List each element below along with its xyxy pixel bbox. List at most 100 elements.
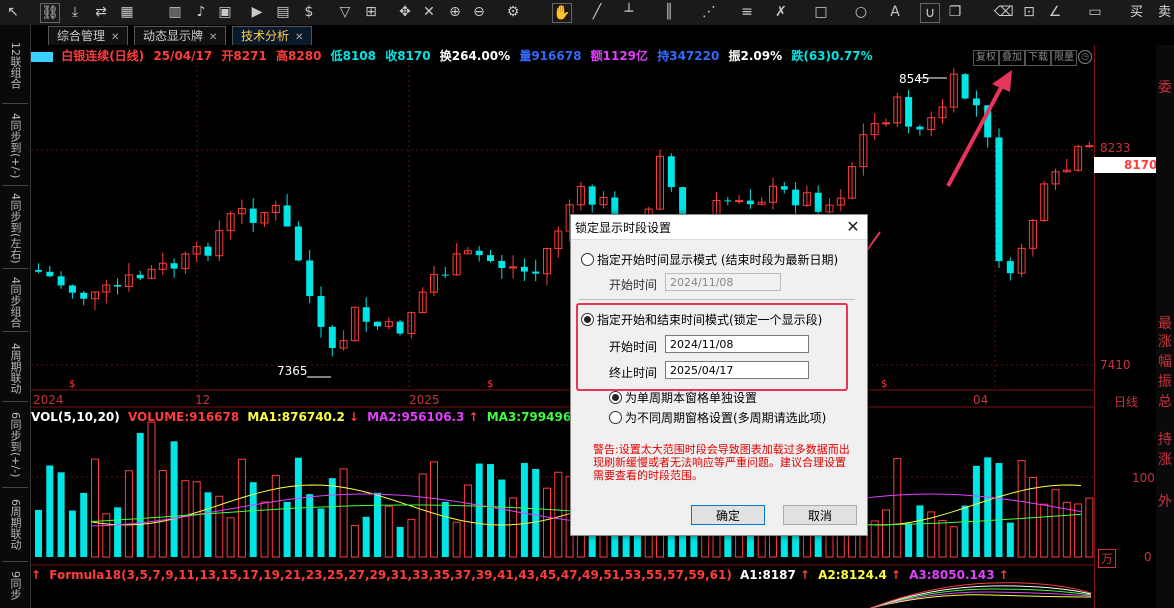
- fan-icon[interactable]: ⋰: [700, 3, 718, 21]
- copy-icon[interactable]: ❐: [946, 3, 964, 21]
- pen-icon[interactable]: ∠: [1046, 3, 1064, 21]
- price-chart[interactable]: $ $ $: [31, 45, 1094, 608]
- scope2-radio[interactable]: [609, 411, 622, 424]
- download-icon[interactable]: ⤓: [66, 3, 84, 21]
- rectangle-icon[interactable]: □: [812, 3, 830, 21]
- sidebar-item-4-sync-pm[interactable]: 4同步到(+/-): [6, 107, 24, 185]
- volume-bar: [226, 517, 235, 558]
- quote-volume: 量916678: [519, 49, 582, 63]
- volume-bar: [181, 480, 190, 558]
- toolbar: ↖ ⛓ ⤓ ⇄ ▦ ▥ ♪ ▣ ▶ ▤ $ ▽ ⊞ ✥ ✕ ⊕ ⊖ ⚙ ✋ ╱ …: [0, 0, 1174, 26]
- play-icon[interactable]: ▶: [248, 3, 266, 21]
- tab-technical-analysis[interactable]: 技术分析 ✕: [232, 26, 313, 45]
- quote-open: 开8271: [221, 49, 267, 63]
- volume-bar: [870, 520, 879, 558]
- right-panel-char: 持: [1158, 432, 1172, 448]
- sidebar-item-4-sync-combo[interactable]: 4同步组合: [6, 273, 24, 331]
- bell-icon[interactable]: ♪: [192, 3, 210, 21]
- text-tool-icon[interactable]: A: [886, 3, 904, 21]
- circle-icon[interactable]: ○: [852, 3, 870, 21]
- formula-a3: A3:8050.143: [909, 568, 995, 582]
- volume-series: [35, 421, 1094, 558]
- volume-bar: [396, 526, 404, 557]
- tab-dynamic-board[interactable]: 动态显示牌 ✕: [134, 26, 227, 45]
- volume-bar: [1085, 497, 1094, 558]
- zoom-in-icon[interactable]: ⊕: [446, 3, 464, 21]
- grid-diamond-icon[interactable]: ✕: [420, 3, 438, 21]
- divider: [2, 103, 28, 104]
- grid-icon[interactable]: ▦: [118, 3, 136, 21]
- quote-amount: 额1129亿: [590, 49, 649, 63]
- gear-icon[interactable]: ⚙: [504, 3, 522, 21]
- lock-icon[interactable]: ⊡: [1020, 3, 1038, 21]
- axis-price-current: 8170: [1124, 158, 1158, 172]
- sell-button[interactable]: 卖: [1158, 4, 1171, 22]
- candle-body: [882, 122, 890, 125]
- candle-body: [667, 156, 675, 188]
- line-tool-icon[interactable]: ╱: [588, 3, 606, 21]
- price-low-label: 7365: [277, 364, 308, 378]
- volume-bar: [328, 478, 336, 557]
- grid-lines-icon[interactable]: ⊞: [362, 3, 380, 21]
- overlay-button[interactable]: 叠加: [999, 50, 1025, 66]
- horizontal-line-icon[interactable]: ┴: [620, 3, 638, 21]
- volume-bar: [498, 479, 506, 557]
- sidebar-item-6-period-link[interactable]: 6周期联动: [6, 491, 24, 557]
- magnet-icon[interactable]: ∪: [920, 3, 940, 23]
- close-icon[interactable]: ✕: [209, 32, 217, 43]
- volume-bar: [475, 463, 483, 557]
- candlestick-icon[interactable]: ▥: [166, 3, 184, 21]
- option1-start-input[interactable]: 2024/11/08: [665, 273, 781, 291]
- option1-radio[interactable]: [581, 253, 594, 266]
- cross-lines-icon[interactable]: ✗: [772, 3, 790, 21]
- shuffle-icon[interactable]: ⇄: [92, 3, 110, 21]
- adjust-button[interactable]: 复权: [973, 50, 999, 66]
- hand-icon[interactable]: ✋: [552, 3, 572, 23]
- close-icon[interactable]: ✕: [295, 32, 303, 43]
- dollar-icon[interactable]: $: [300, 3, 318, 21]
- save-icon[interactable]: ▭: [1086, 3, 1104, 21]
- candle-body: [780, 186, 788, 190]
- zoom-out-icon[interactable]: ⊖: [470, 3, 488, 21]
- right-panel-char: 幅: [1158, 354, 1172, 370]
- sidebar-item-4-period-link[interactable]: 4周期联动: [6, 335, 24, 401]
- move-icon[interactable]: ✥: [396, 3, 414, 21]
- scope1-radio[interactable]: [609, 391, 622, 404]
- limit-button[interactable]: 限量: [1051, 50, 1077, 66]
- sidebar-item-12-combo[interactable]: 12联组合: [6, 35, 24, 95]
- delete-icon[interactable]: ⌫: [994, 3, 1014, 21]
- volume-bar: [35, 509, 42, 557]
- chart-icon[interactable]: ▣: [216, 3, 234, 21]
- filter-icon[interactable]: ▽: [336, 3, 354, 21]
- arrow-up-icon: ↑: [31, 568, 42, 582]
- close-icon[interactable]: ✕: [111, 32, 119, 43]
- volume-bar: [949, 526, 958, 558]
- sidebar-item-6-sync-pm[interactable]: 6同步到(+/-): [6, 405, 24, 485]
- candle-body: [475, 250, 483, 256]
- download-button[interactable]: 下载: [1025, 50, 1051, 66]
- sidebar-item-9-sync[interactable]: 9同步: [6, 565, 24, 605]
- divider: [2, 331, 28, 332]
- vertical-lines-icon[interactable]: ║: [660, 3, 678, 21]
- buy-button[interactable]: 买: [1130, 4, 1143, 22]
- close-icon[interactable]: ✕: [845, 217, 861, 236]
- document-icon[interactable]: ▤: [274, 3, 292, 21]
- clock-icon[interactable]: ◷: [1078, 50, 1092, 64]
- candle-body: [328, 326, 336, 348]
- arrow-up-icon: ↑: [998, 568, 1009, 582]
- option2-end-input[interactable]: 2025/04/17: [665, 361, 809, 379]
- divider: [2, 401, 28, 402]
- volume-bar: [1051, 489, 1060, 558]
- option2-start-input[interactable]: 2024/11/08: [665, 335, 809, 353]
- option1-start-label: 开始时间: [609, 278, 658, 292]
- link-icon[interactable]: ⛓: [40, 3, 60, 23]
- volume-bar: [554, 471, 563, 558]
- tab-comprehensive[interactable]: 综合管理 ✕: [48, 26, 129, 45]
- option2-radio[interactable]: [581, 313, 594, 326]
- ok-button[interactable]: 确定: [691, 505, 765, 525]
- parallel-lines-icon[interactable]: ≡: [738, 3, 756, 21]
- volume-bar: [407, 518, 416, 558]
- cursor-icon[interactable]: ↖: [4, 3, 22, 21]
- cancel-button[interactable]: 取消: [783, 505, 857, 525]
- sidebar-item-4-sync-lr[interactable]: 4同步到(左右): [6, 189, 24, 267]
